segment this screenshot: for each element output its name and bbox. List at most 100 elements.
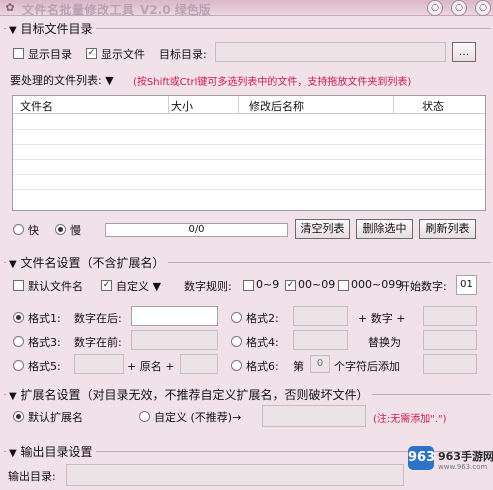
watermark-text: 963手游网 xyxy=(438,450,493,463)
format6-position-stepper[interactable]: 0 xyxy=(310,355,330,373)
format2-radio[interactable] xyxy=(231,312,242,323)
output-dir-label: 输出目录: xyxy=(8,470,56,483)
show-dir-checkbox[interactable] xyxy=(13,48,24,59)
format1-text: 数字在后: xyxy=(74,312,122,325)
format2-suffix-input[interactable] xyxy=(423,306,477,326)
progress-text: 0/0 xyxy=(188,224,205,235)
format2-label: 格式2: xyxy=(246,312,279,325)
watermark-url: www.963.com xyxy=(438,463,488,471)
slow-radio[interactable] xyxy=(55,224,66,235)
section-title: 目标文件目录 xyxy=(20,22,93,36)
close-button[interactable]: ○ xyxy=(475,0,491,16)
section-filename-settings: ▼ 文件名设置（不含扩展名） xyxy=(6,254,168,271)
format6-text2: 个字符后添加 xyxy=(334,360,400,373)
column-header[interactable]: 修改后名称 xyxy=(249,98,304,114)
format4-label: 格式4: xyxy=(246,336,279,349)
slow-label: 慢 xyxy=(70,224,81,237)
default-filename-checkbox[interactable] xyxy=(13,280,24,291)
progress-bar: 0/0 xyxy=(105,223,288,237)
format5-plus: + 原名 + xyxy=(127,360,175,373)
format3-input[interactable] xyxy=(131,330,218,350)
rule-0-9-label: 0~9 xyxy=(256,278,280,291)
section-output: ▼ 输出目录设置 xyxy=(6,443,96,460)
file-list-label: 要处理的文件列表: ▼ xyxy=(10,74,114,87)
table-row xyxy=(13,189,485,190)
clear-list-button[interactable]: 清空列表 xyxy=(295,219,350,239)
format1-radio[interactable] xyxy=(13,312,24,323)
default-ext-label: 默认扩展名 xyxy=(28,411,83,424)
rule-0-9-checkbox[interactable] xyxy=(243,280,254,291)
table-row xyxy=(13,174,485,175)
custom-filename-label[interactable]: 自定义 ▼ xyxy=(116,278,161,294)
minimize-button[interactable]: ○ xyxy=(427,0,443,16)
format1-input[interactable] xyxy=(131,306,218,326)
format6-radio[interactable] xyxy=(231,360,242,371)
format4-replace-input[interactable] xyxy=(423,330,477,350)
table-row xyxy=(13,159,485,160)
column-header[interactable]: 文件名 xyxy=(20,98,53,114)
section-title: 扩展名设置（对目录无效，不推荐自定义扩展名，否则破坏文件） xyxy=(20,388,369,402)
format4-text: 替换为 xyxy=(368,336,401,349)
format1-label: 格式1: xyxy=(28,312,61,325)
gear-icon: ✿ xyxy=(5,1,15,14)
number-rule-label: 数字规则: xyxy=(184,280,232,293)
watermark-badge: 963 xyxy=(408,446,435,470)
collapse-arrow-icon[interactable]: ▼ xyxy=(9,25,17,36)
format4-find-input[interactable] xyxy=(293,330,348,350)
target-dir-label: 目标目录: xyxy=(159,48,207,61)
format5-prefix-input[interactable] xyxy=(74,354,124,374)
format5-radio[interactable] xyxy=(13,360,24,371)
format5-label: 格式5: xyxy=(28,360,61,373)
rule-00-09-label: 00~09 xyxy=(298,278,336,291)
format4-radio[interactable] xyxy=(231,336,242,347)
file-list-table[interactable]: 文件名 大小 修改后名称 状态 xyxy=(12,95,486,211)
section-title: 文件名设置（不含扩展名） xyxy=(20,256,165,270)
default-filename-label: 默认文件名 xyxy=(28,280,83,293)
rule-000-099-label: 000~099 xyxy=(351,278,403,291)
delete-selected-button[interactable]: 删除选中 xyxy=(356,219,413,239)
column-header[interactable]: 大小 xyxy=(171,98,193,114)
watermark-logo: 963 963手游网 www.963.com xyxy=(402,440,493,488)
format6-insert-input[interactable] xyxy=(423,354,477,374)
collapse-arrow-icon[interactable]: ▼ xyxy=(9,259,17,270)
output-dir-input[interactable] xyxy=(66,464,404,486)
format3-text: 数字在前: xyxy=(74,336,122,349)
format6-label: 格式6: xyxy=(246,360,279,373)
format3-radio[interactable] xyxy=(13,336,24,347)
ext-note: (注:无需添加".") xyxy=(373,414,447,425)
format2-prefix-input[interactable] xyxy=(293,306,348,326)
collapse-arrow-icon[interactable]: ▼ xyxy=(9,448,17,459)
column-separator[interactable] xyxy=(168,96,169,114)
custom-ext-label: 自定义 (不推荐)→ xyxy=(154,411,242,424)
format3-label: 格式3: xyxy=(28,336,61,349)
window-version: V2.0 绿色版 xyxy=(140,3,211,17)
refresh-list-button[interactable]: 刷新列表 xyxy=(419,219,476,239)
default-ext-radio[interactable] xyxy=(13,411,24,422)
rule-000-099-checkbox[interactable] xyxy=(338,280,349,291)
section-ext-settings: ▼ 扩展名设置（对目录无效，不推荐自定义扩展名，否则破坏文件） xyxy=(6,386,372,403)
show-dir-label: 显示目录 xyxy=(28,48,72,61)
custom-filename-checkbox[interactable]: ✓ xyxy=(101,280,112,291)
column-separator[interactable] xyxy=(238,96,239,114)
collapse-arrow-icon[interactable]: ▼ xyxy=(9,391,17,402)
show-file-label: 显示文件 xyxy=(101,48,145,61)
window-title: 文件名批量修改工具 xyxy=(22,3,135,17)
table-row xyxy=(13,144,485,145)
rule-00-09-checkbox[interactable]: ✓ xyxy=(285,280,296,291)
custom-ext-radio[interactable] xyxy=(139,411,150,422)
section-target-dir: ▼ 目标文件目录 xyxy=(6,20,96,37)
browse-button[interactable]: ... xyxy=(452,42,476,62)
show-file-checkbox[interactable]: ✓ xyxy=(86,48,97,59)
table-row xyxy=(13,129,485,130)
custom-ext-input[interactable] xyxy=(262,405,366,427)
format5-suffix-input[interactable] xyxy=(180,354,218,374)
fast-radio[interactable] xyxy=(13,224,24,235)
column-separator[interactable] xyxy=(393,96,394,114)
target-dir-input[interactable] xyxy=(215,42,446,62)
maximize-button[interactable]: ○ xyxy=(451,0,467,16)
start-number-input[interactable]: 01 xyxy=(456,275,477,295)
start-number-label: 开始数字: xyxy=(399,280,447,293)
format6-text1: 第 xyxy=(293,360,304,373)
fast-label: 快 xyxy=(28,224,39,237)
column-header[interactable]: 状态 xyxy=(422,98,444,114)
